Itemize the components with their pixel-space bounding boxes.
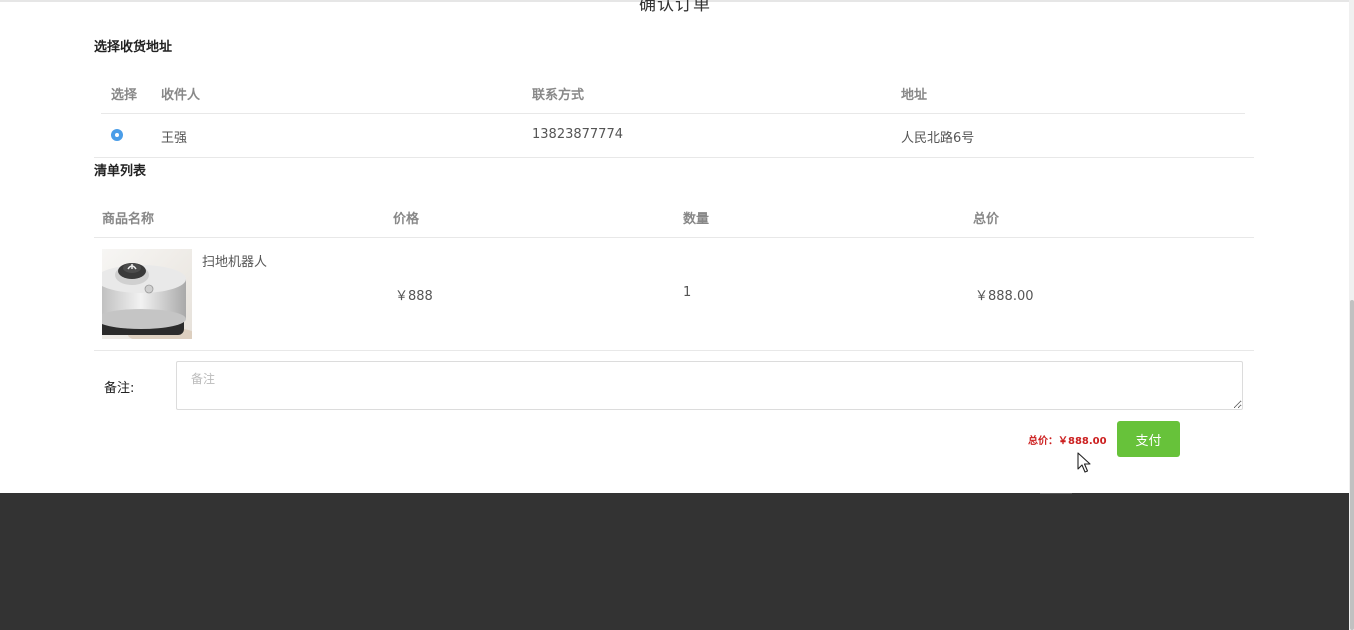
list-header-total: 总价 bbox=[973, 212, 1000, 227]
remark-input[interactable] bbox=[176, 361, 1243, 410]
list-header-divider bbox=[94, 237, 1254, 238]
product-price: ￥888 bbox=[395, 289, 433, 304]
remark-label: 备注: bbox=[104, 381, 135, 396]
address-row-divider bbox=[94, 157, 1254, 158]
address-header-contact: 联系方式 bbox=[532, 88, 585, 103]
robot-vacuum-image bbox=[102, 249, 192, 339]
product-quantity: 1 bbox=[683, 285, 692, 300]
address-section-title: 选择收货地址 bbox=[94, 40, 173, 55]
page-footer bbox=[0, 493, 1349, 630]
list-row-divider bbox=[94, 350, 1254, 351]
address-detail: 人民北路6号 bbox=[901, 131, 975, 146]
address-radio-selected[interactable] bbox=[111, 129, 123, 141]
address-header-select: 选择 bbox=[111, 88, 138, 103]
address-header-divider bbox=[101, 113, 1245, 114]
list-section-title: 清单列表 bbox=[94, 164, 147, 179]
mouse-cursor-icon bbox=[1077, 452, 1091, 473]
address-recipient: 王强 bbox=[161, 131, 188, 146]
product-name[interactable]: 扫地机器人 bbox=[202, 251, 267, 270]
list-header-quantity: 数量 bbox=[683, 212, 710, 227]
scrollbar-thumb[interactable] bbox=[1350, 300, 1354, 630]
list-header-name: 商品名称 bbox=[102, 212, 155, 227]
list-header-price: 价格 bbox=[393, 212, 420, 227]
pay-button[interactable]: 支付 bbox=[1117, 421, 1180, 457]
order-total-text: 总价：￥888.00 bbox=[1028, 436, 1107, 447]
footer-notch bbox=[1040, 493, 1072, 494]
address-header-recipient: 收件人 bbox=[161, 88, 201, 103]
page-title: 确认订单 bbox=[639, 0, 711, 15]
address-contact: 13823877774 bbox=[532, 127, 623, 142]
checkout-page: 确认订单 选择收货地址 选择 收件人 联系方式 地址 王强 1382387777… bbox=[0, 0, 1354, 630]
product-image[interactable] bbox=[102, 249, 192, 339]
address-header-address: 地址 bbox=[901, 88, 928, 103]
product-total: ￥888.00 bbox=[975, 289, 1034, 304]
